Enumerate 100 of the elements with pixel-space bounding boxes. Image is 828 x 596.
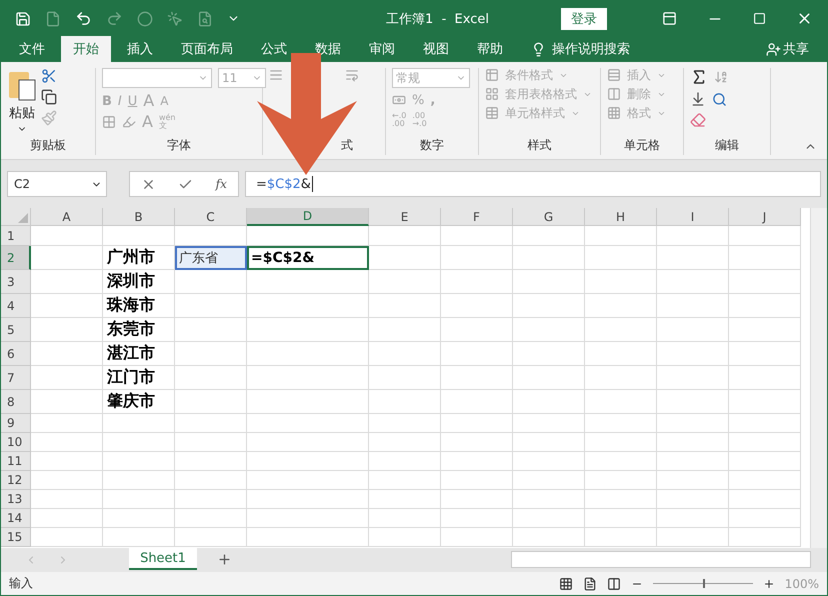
row-header[interactable]: 3 — [1, 270, 31, 294]
table-cell — [441, 366, 513, 390]
paste-button[interactable]: 粘贴 — [7, 68, 37, 137]
table-cell — [585, 318, 657, 342]
name-box[interactable]: C2 — [7, 171, 107, 197]
table-cell — [369, 366, 441, 390]
table-cell — [513, 433, 585, 452]
sheet-tab[interactable]: Sheet1 — [129, 548, 197, 570]
row-header[interactable]: 9 — [1, 414, 31, 433]
ribbon-tab[interactable]: 公式 — [249, 36, 299, 62]
row-header[interactable]: 10 — [1, 433, 31, 452]
table-cell — [729, 471, 801, 490]
undo-icon[interactable] — [75, 10, 92, 27]
column-header[interactable]: I — [657, 208, 729, 226]
column-header[interactable]: F — [441, 208, 513, 226]
row-header[interactable]: 4 — [1, 294, 31, 318]
page-break-icon[interactable] — [606, 576, 621, 590]
column-header[interactable]: C — [175, 208, 247, 226]
search-icon[interactable] — [712, 92, 727, 106]
ribbon-tab[interactable]: 开始 — [61, 36, 111, 62]
table-cell — [513, 414, 585, 433]
table-cell — [657, 270, 729, 294]
table-cell — [729, 490, 801, 509]
ribbon-tab[interactable]: 页面布局 — [169, 36, 245, 62]
sort-icon[interactable] — [714, 70, 728, 84]
row-header[interactable]: 2 — [1, 246, 31, 270]
table-cell — [657, 433, 729, 452]
table-cell — [31, 318, 103, 342]
lightbulb-icon[interactable] — [531, 42, 546, 56]
row-header[interactable]: 1 — [1, 226, 31, 246]
vertical-scrollbar[interactable] — [810, 208, 827, 548]
page-layout-icon[interactable] — [582, 576, 597, 590]
table-cell — [441, 390, 513, 414]
column-header[interactable]: D — [247, 208, 369, 226]
table-cell — [513, 318, 585, 342]
row-header[interactable]: 13 — [1, 490, 31, 509]
row-header[interactable]: 11 — [1, 452, 31, 471]
table-cell — [31, 471, 103, 490]
fill-icon[interactable] — [690, 91, 706, 107]
column-header[interactable]: B — [103, 208, 175, 226]
zoom-in-icon[interactable] — [762, 578, 775, 590]
ribbon-tab[interactable]: 文件 — [7, 36, 57, 62]
column-header[interactable]: E — [369, 208, 441, 226]
tell-me-search[interactable]: 操作说明搜索 — [552, 40, 630, 58]
copy-icon[interactable] — [41, 89, 57, 105]
table-cell — [513, 452, 585, 471]
table-cell — [103, 509, 175, 528]
row-header[interactable]: 6 — [1, 342, 31, 366]
table-cell — [175, 509, 247, 528]
row-header[interactable]: 8 — [1, 390, 31, 414]
column-header[interactable]: J — [729, 208, 801, 226]
cut-icon[interactable] — [41, 68, 57, 84]
normal-view-icon[interactable] — [558, 576, 573, 590]
row-header[interactable]: 7 — [1, 366, 31, 390]
group-label: 数字 — [419, 137, 445, 154]
insert-function-button[interactable]: fx — [216, 177, 227, 191]
column-header[interactable]: A — [31, 208, 103, 226]
formula-field[interactable]: =$C$2& — [245, 171, 821, 197]
column-header[interactable]: G — [513, 208, 585, 226]
table-cell — [441, 471, 513, 490]
add-sheet-icon[interactable] — [217, 552, 232, 567]
row-header[interactable]: 12 — [1, 471, 31, 490]
ribbon-tab[interactable]: 插入 — [115, 36, 165, 62]
ribbon-tab[interactable]: 视图 — [411, 36, 461, 62]
table-cell — [657, 366, 729, 390]
table-cell — [175, 366, 247, 390]
ribbon-tab[interactable]: 帮助 — [465, 36, 515, 62]
table-cell — [513, 226, 585, 246]
row-header[interactable]: 15 — [1, 528, 31, 547]
table-cell — [513, 270, 585, 294]
save-icon[interactable] — [15, 10, 31, 26]
table-cell — [513, 471, 585, 490]
row-header[interactable]: 14 — [1, 509, 31, 528]
format-painter-icon[interactable] — [41, 110, 57, 126]
table-cell — [175, 490, 247, 509]
table-cell — [369, 318, 441, 342]
table-cell — [657, 471, 729, 490]
table-cell — [103, 433, 175, 452]
select-all-corner[interactable] — [1, 208, 31, 226]
eraser-icon[interactable] — [690, 112, 706, 128]
share-icon[interactable] — [766, 42, 781, 56]
horizontal-scrollbar[interactable] — [511, 551, 811, 568]
table-cell — [657, 246, 729, 270]
share-button[interactable]: 共享 — [783, 40, 809, 58]
table-cell — [513, 490, 585, 509]
table-cell — [31, 366, 103, 390]
table-cell — [585, 366, 657, 390]
table-cell — [175, 318, 247, 342]
login-button[interactable]: 登录 — [561, 8, 607, 30]
zoom-slider-thumb[interactable] — [702, 579, 705, 588]
column-header[interactable]: H — [585, 208, 657, 226]
group-label: 剪贴板 — [29, 137, 67, 154]
table-cell — [175, 433, 247, 452]
table-cell — [729, 366, 801, 390]
row-header[interactable]: 5 — [1, 318, 31, 342]
ribbon-tab[interactable]: 审阅 — [357, 36, 407, 62]
table-cell — [103, 471, 175, 490]
table-cell: 湛江市 — [103, 342, 175, 366]
table-cell — [31, 342, 103, 366]
table-cell — [729, 226, 801, 246]
